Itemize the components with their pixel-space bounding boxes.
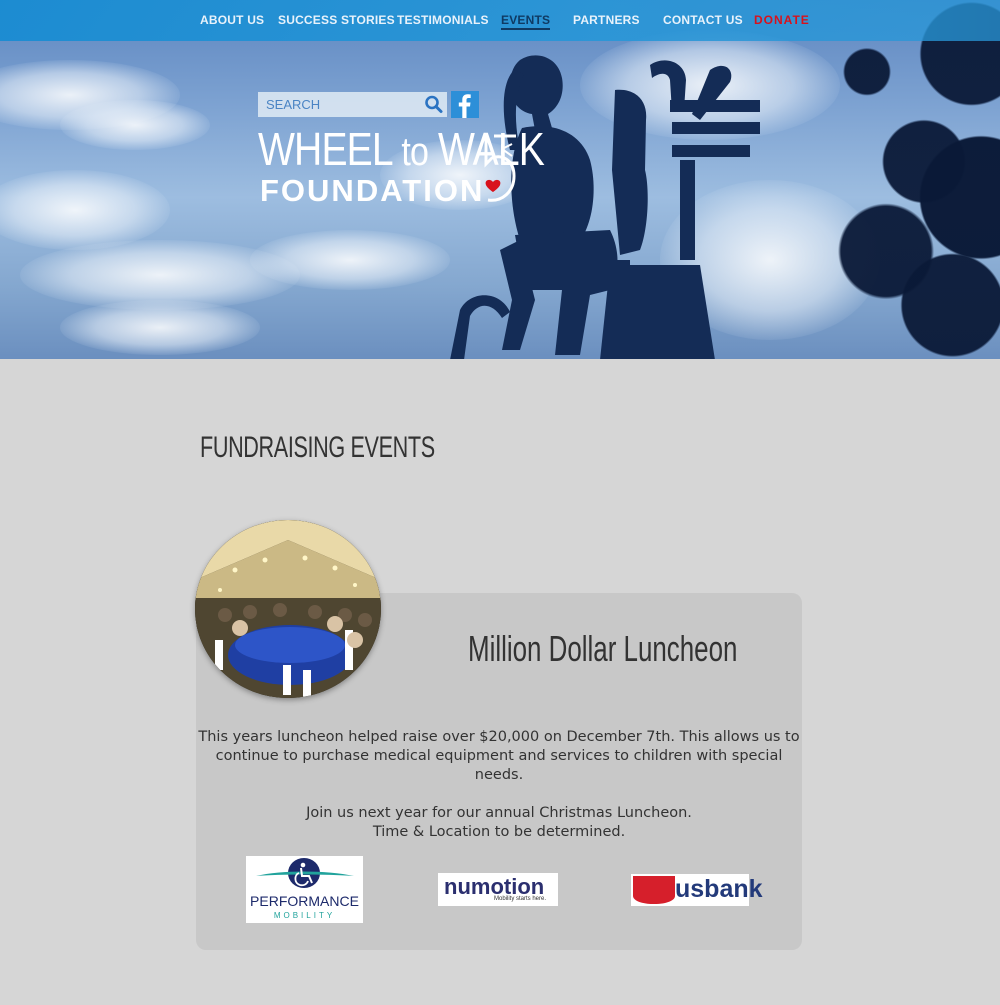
logo-foundation-text: FOUNDATION	[260, 173, 485, 208]
page-title: FUNDRAISING EVENTS	[200, 431, 435, 464]
search-input[interactable]	[258, 92, 420, 117]
shield-icon	[633, 876, 675, 904]
search-icon	[425, 95, 443, 113]
nav-about-us[interactable]: ABOUT US	[200, 13, 264, 27]
tree-silhouette	[810, 0, 1000, 359]
cloud	[250, 230, 450, 290]
event-photo	[195, 520, 381, 698]
event-title: Million Dollar Luncheon	[468, 628, 738, 669]
nav-contact-us[interactable]: CONTACT US	[663, 13, 743, 27]
cloud	[60, 100, 210, 150]
nav-success-stories[interactable]: SUCCESS STORIES	[278, 13, 395, 27]
sponsor-name: PERFORMANCE	[250, 893, 359, 909]
facebook-link[interactable]	[451, 91, 479, 118]
cloud	[0, 170, 170, 250]
sponsor-performance-mobility-logo[interactable]: PERFORMANCE MOBILITY	[246, 856, 363, 923]
sponsor-tagline: MOBILITY	[273, 911, 336, 920]
event-description: This years luncheon helped raise over $2…	[196, 728, 802, 842]
nav-partners[interactable]: PARTNERS	[573, 13, 640, 27]
search-button[interactable]	[420, 92, 447, 117]
nav-donate[interactable]: DONATE	[754, 13, 810, 27]
event-text-line: Time & Location to be determined.	[372, 824, 626, 840]
facebook-icon	[458, 94, 471, 118]
event-text-paragraph: This years luncheon helped raise over $2…	[198, 729, 800, 783]
nav-events[interactable]: EVENTS	[501, 13, 551, 30]
event-text-line: Join us next year for our annual Christm…	[306, 805, 692, 821]
top-navigation: ABOUT US SUCCESS STORIES TESTIMONIALS EV…	[0, 0, 1000, 41]
sponsor-usbank-logo[interactable]: usbank	[631, 874, 763, 906]
logo-to-text: to	[401, 130, 429, 174]
nav-testimonials[interactable]: TESTIMONIALS	[397, 13, 489, 27]
logo-5k-mark	[484, 134, 516, 202]
sponsor-numotion-logo[interactable]: numotion Mobility starts here.	[438, 873, 558, 906]
cloud	[60, 300, 260, 355]
logo-wheel-text: WHEEL	[258, 123, 392, 175]
sponsor-name: usbank	[675, 875, 763, 903]
sponsor-tagline: Mobility starts here.	[494, 896, 547, 902]
